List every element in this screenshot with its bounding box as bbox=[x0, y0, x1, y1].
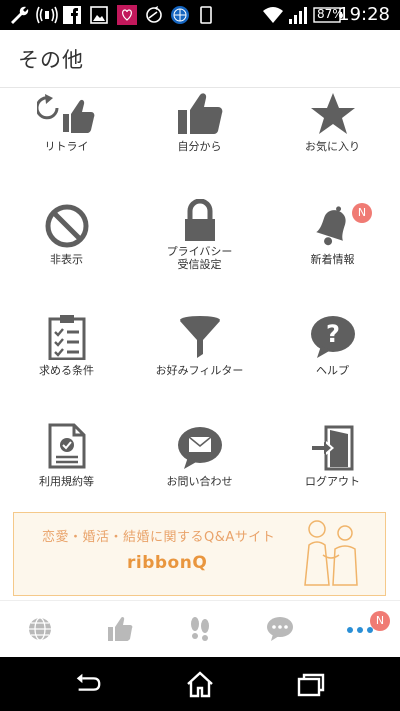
menu-item-retry[interactable]: リトライ bbox=[0, 88, 133, 199]
menu-item-favorites[interactable]: お気に入り bbox=[266, 88, 399, 199]
new-badge: N bbox=[370, 611, 390, 631]
menu-label: お問い合わせ bbox=[166, 475, 233, 488]
globe-app-icon bbox=[171, 6, 189, 24]
tab-messages[interactable] bbox=[240, 601, 320, 658]
cell-signal-icon bbox=[289, 7, 307, 24]
svg-text:?: ? bbox=[326, 320, 340, 348]
menu-label: ログアウト bbox=[305, 475, 360, 488]
menu-item-help[interactable]: ? ヘルプ bbox=[266, 310, 399, 421]
tab-footprints[interactable] bbox=[160, 601, 240, 658]
bell-icon bbox=[315, 206, 346, 246]
gallery-icon bbox=[90, 6, 108, 24]
back-icon[interactable] bbox=[73, 670, 103, 698]
clipboard-checklist-icon bbox=[48, 315, 85, 360]
globe-icon bbox=[29, 617, 51, 641]
recent-apps-icon[interactable] bbox=[296, 670, 326, 698]
star-icon bbox=[310, 93, 355, 134]
sync-icon bbox=[146, 6, 162, 23]
menu-label: 利用規約等 bbox=[39, 475, 94, 488]
menu-item-hidden[interactable]: 非表示 bbox=[0, 199, 133, 310]
help-bubble-icon: ? bbox=[310, 316, 355, 358]
menu-label: 自分から bbox=[177, 140, 222, 153]
wifi-icon bbox=[263, 7, 283, 23]
tab-globe[interactable] bbox=[0, 601, 80, 658]
ribbonq-banner[interactable]: 恋愛・婚活・結婚に関するQ&Aサイト ribbonQ bbox=[13, 512, 386, 596]
chat-bubble-icon bbox=[267, 617, 293, 641]
new-badge: N bbox=[352, 203, 372, 223]
banner-brand: ribbonQ bbox=[127, 553, 208, 573]
status-bar: 87% 19:28 bbox=[0, 0, 400, 30]
menu-item-criteria[interactable]: 求める条件 bbox=[0, 310, 133, 421]
logout-door-icon bbox=[311, 425, 353, 471]
nfc-signal-icon bbox=[36, 6, 58, 24]
thumbs-up-icon bbox=[108, 616, 133, 641]
menu-label: ヘルプ bbox=[316, 364, 349, 377]
menu-label: 新着情報 bbox=[310, 253, 355, 266]
menu-item-filter[interactable]: お好みフィルター bbox=[133, 310, 266, 421]
phone-icon bbox=[200, 6, 212, 24]
wrench-icon bbox=[11, 6, 29, 24]
menu-grid: リトライ 自分から お気に入り 非表示 プライバシー 受信設定 N 新着情報 求… bbox=[0, 88, 400, 508]
facebook-icon bbox=[63, 6, 81, 24]
funnel-icon bbox=[179, 316, 220, 358]
tab-more[interactable]: N bbox=[320, 601, 400, 658]
prohibited-icon bbox=[45, 204, 88, 248]
retry-thumb-icon bbox=[36, 94, 94, 133]
menu-label: 求める条件 bbox=[39, 364, 94, 377]
menu-label: リトライ bbox=[44, 140, 89, 153]
menu-label: 非表示 bbox=[50, 253, 83, 266]
thumbs-up-icon bbox=[177, 93, 222, 134]
footprints-icon bbox=[191, 617, 209, 641]
lock-icon bbox=[184, 199, 215, 241]
banner-headline: 恋愛・婚活・結婚に関するQ&Aサイト bbox=[42, 530, 276, 545]
couple-illustration-icon bbox=[304, 520, 358, 586]
document-check-icon bbox=[48, 423, 85, 469]
tab-likes[interactable] bbox=[80, 601, 160, 658]
menu-item-self[interactable]: 自分から bbox=[133, 88, 266, 199]
menu-label: お好みフィルター bbox=[155, 364, 244, 377]
menu-item-news[interactable]: N 新着情報 bbox=[266, 199, 399, 310]
home-icon[interactable] bbox=[185, 670, 215, 698]
app-header: その他 bbox=[0, 30, 400, 88]
menu-item-privacy[interactable]: プライバシー 受信設定 bbox=[133, 199, 266, 310]
menu-label: プライバシー 受信設定 bbox=[166, 245, 233, 271]
system-nav-bar bbox=[0, 657, 400, 711]
page-title: その他 bbox=[18, 48, 84, 72]
clock: 19:28 bbox=[338, 4, 390, 25]
menu-label: お気に入り bbox=[305, 140, 360, 153]
mail-bubble-icon bbox=[177, 427, 222, 469]
bottom-tab-bar: N bbox=[0, 600, 400, 657]
app-logo-icon bbox=[117, 5, 137, 25]
